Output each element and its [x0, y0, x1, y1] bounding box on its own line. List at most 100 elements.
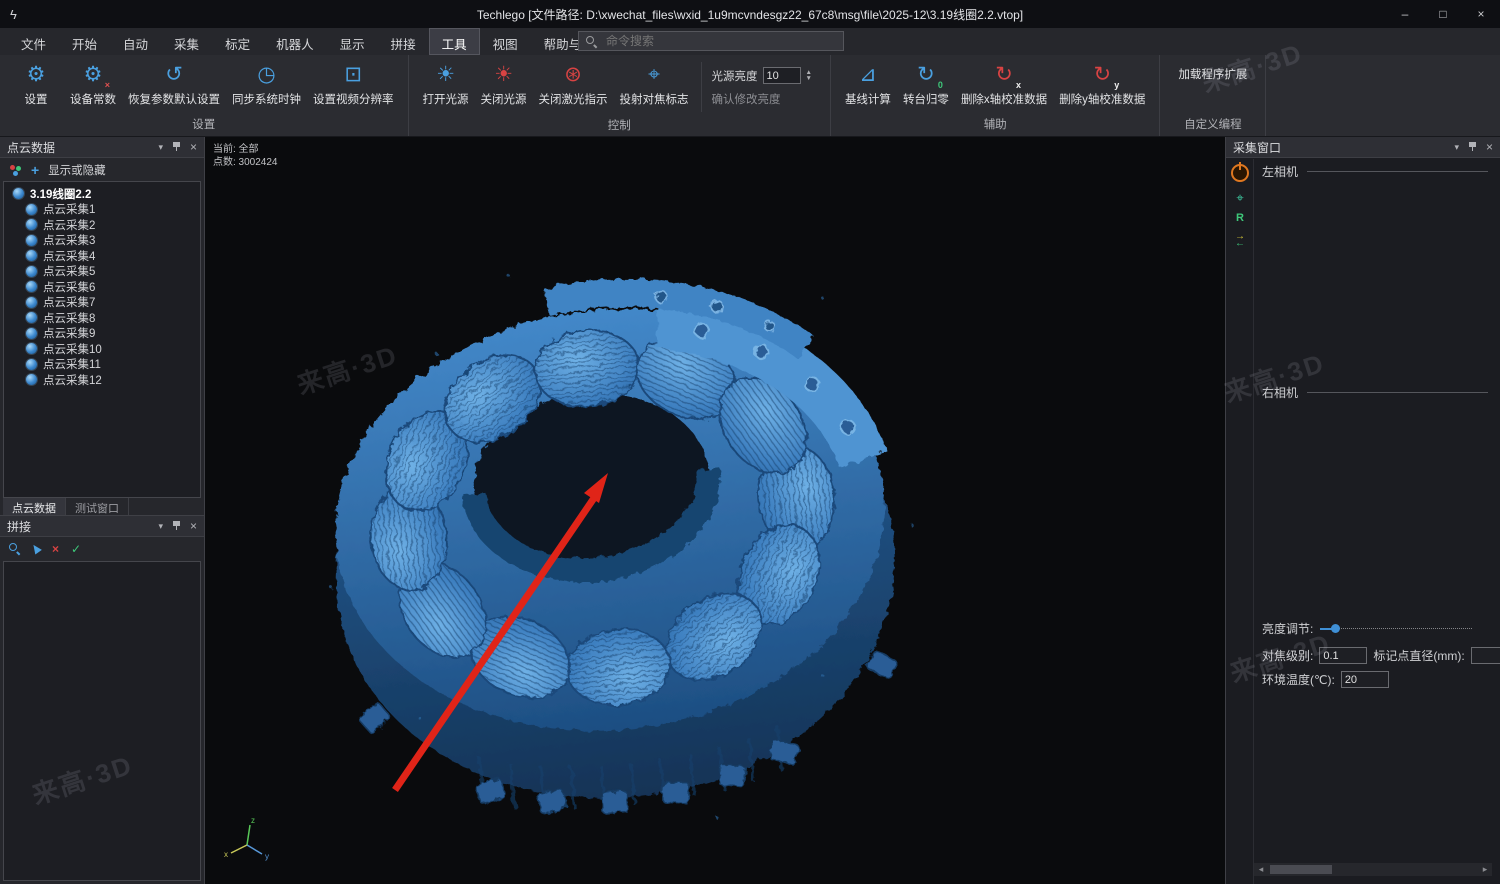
capture-panel-title: 采集窗口 — [1233, 139, 1281, 156]
command-search[interactable] — [578, 31, 844, 51]
tab-start[interactable]: 开始 — [59, 28, 110, 55]
tree-item[interactable]: 点云采集7 — [4, 295, 200, 311]
pointcloud-icon — [26, 312, 37, 323]
reset-view-icon[interactable]: R — [1236, 213, 1244, 224]
ribbon-group-settings: ⚙ 设置 ⚙× 设备常数 ↺ 恢复参数默认设置 ◷ 同步系统时钟 ⊡ 设置视频分… — [0, 55, 409, 136]
tab-robot[interactable]: 机器人 — [263, 28, 327, 55]
reject-icon[interactable]: × — [52, 542, 59, 556]
stitch-panel-title: 拼接 — [7, 518, 31, 535]
cursor-icon[interactable] — [30, 543, 42, 555]
close-icon[interactable]: × — [1486, 142, 1493, 152]
delete-y-icon: ↻y — [1089, 62, 1115, 88]
close-button[interactable]: × — [1462, 0, 1500, 28]
chevron-down-icon[interactable]: ▾ — [158, 142, 163, 153]
spinner-arrows-icon[interactable]: ▲▼ — [806, 70, 812, 82]
tree-item[interactable]: 点云采集5 — [4, 264, 200, 280]
point-count-label: 点数: 3002424 — [213, 156, 278, 169]
pin-icon[interactable] — [172, 142, 181, 152]
tree-item[interactable]: 点云采集10 — [4, 341, 200, 357]
tree-item[interactable]: 点云采集12 — [4, 372, 200, 388]
pointcloud-root-icon — [13, 188, 24, 199]
capture-tool-strip: ⌖ R →← — [1229, 164, 1251, 247]
tree-item[interactable]: 点云采集4 — [4, 248, 200, 264]
chevron-down-icon[interactable]: ▾ — [1454, 142, 1459, 153]
svg-text:x: x — [224, 850, 228, 859]
scrollbar-thumb[interactable] — [1270, 865, 1332, 874]
tab-file[interactable]: 文件 — [8, 28, 59, 55]
chevron-down-icon[interactable]: ▾ — [158, 521, 163, 532]
tree-item[interactable]: 点云采集3 — [4, 233, 200, 249]
power-icon[interactable] — [1231, 164, 1249, 182]
tree-item[interactable]: 点云采集6 — [4, 279, 200, 295]
restore-default-params-button[interactable]: ↺ 恢复参数默认设置 — [122, 58, 226, 111]
project-focus-mark-button[interactable]: ⌖ 投射对焦标志 — [614, 58, 695, 111]
confirm-brightness-button[interactable]: 确认修改亮度 — [712, 91, 812, 107]
marker-diameter-input[interactable] — [1471, 647, 1500, 664]
load-program-extension-button[interactable]: 加载程序扩展 — [1168, 58, 1257, 82]
tree-item[interactable]: 点云采集2 — [4, 217, 200, 233]
tree-item-label: 点云采集7 — [43, 294, 95, 310]
tab-test-window[interactable]: 测试窗口 — [66, 498, 129, 515]
svg-text:y: y — [265, 852, 269, 861]
expand-all-icon[interactable]: + — [31, 164, 39, 176]
tree-root-item[interactable]: 3.19线圈2.2 — [4, 186, 200, 202]
sync-system-clock-button[interactable]: ◷ 同步系统时钟 — [226, 58, 307, 111]
tab-stitch[interactable]: 拼接 — [378, 28, 429, 55]
brightness-slider[interactable] — [1320, 623, 1472, 634]
temperature-label: 环境温度(℃): — [1262, 671, 1335, 688]
pointcloud-icon — [26, 281, 37, 292]
temperature-input[interactable] — [1341, 671, 1389, 688]
cluster-icon[interactable] — [9, 164, 22, 176]
close-laser-indicator-button[interactable]: ⊛ 关闭激光指示 — [533, 58, 614, 111]
tree-item[interactable]: 点云采集1 — [4, 202, 200, 218]
temperature-control: 环境温度(℃): — [1262, 671, 1389, 688]
tab-auto[interactable]: 自动 — [110, 28, 161, 55]
baseline-calc-button[interactable]: ⊿ 基线计算 — [839, 58, 897, 111]
maximize-button[interactable]: □ — [1424, 0, 1462, 28]
tree-item[interactable]: 点云采集11 — [4, 357, 200, 373]
close-icon[interactable]: × — [190, 142, 197, 152]
settings-button[interactable]: ⚙ 设置 — [8, 58, 64, 111]
tab-calibration[interactable]: 标定 — [212, 28, 263, 55]
tab-display[interactable]: 显示 — [327, 28, 378, 55]
tree-item-label: 点云采集4 — [43, 248, 95, 264]
button-label: 设置视频分辨率 — [313, 91, 394, 107]
swap-cameras-icon[interactable]: →← — [1235, 233, 1245, 247]
turntable-zero-button[interactable]: ↻0 转台归零 — [897, 58, 955, 111]
tab-view[interactable]: 视图 — [480, 28, 531, 55]
scroll-right-icon[interactable]: ▸ — [1480, 864, 1490, 875]
focus-marker-controls: 对焦级别: 标记点直径(mm): – — [1262, 647, 1500, 664]
close-light-button[interactable]: ☀ 关闭光源 — [475, 58, 533, 111]
pointcloud-panel-tabs: 点云数据 测试窗口 — [0, 498, 204, 515]
scrollbar-track[interactable] — [1266, 865, 1480, 874]
tree-item[interactable]: 点云采集9 — [4, 326, 200, 342]
slider-thumb[interactable] — [1331, 624, 1340, 633]
tree-item[interactable]: 点云采集8 — [4, 310, 200, 326]
focus-level-input[interactable] — [1319, 647, 1367, 664]
3d-viewport[interactable]: 当前: 全部 点数: 3002424 — [205, 137, 1225, 884]
search-input[interactable] — [604, 33, 836, 49]
set-video-resolution-button[interactable]: ⊡ 设置视频分辨率 — [307, 58, 400, 111]
light-on-icon: ☀ — [433, 62, 459, 88]
tab-pointcloud-data[interactable]: 点云数据 — [3, 498, 66, 515]
pin-icon[interactable] — [172, 521, 181, 531]
light-brightness-input[interactable] — [763, 67, 801, 84]
titlebar: ϟ Techlego [文件路径: D:\xwechat_files\wxid_… — [0, 0, 1500, 28]
clock-icon: ◷ — [254, 62, 280, 88]
close-icon[interactable]: × — [190, 521, 197, 531]
delete-x-calibration-button[interactable]: ↻x 删除x轴校准数据 — [955, 58, 1053, 111]
zoom-icon[interactable] — [9, 543, 20, 554]
pin-icon[interactable] — [1468, 142, 1477, 152]
tab-capture[interactable]: 采集 — [161, 28, 212, 55]
open-light-button[interactable]: ☀ 打开光源 — [417, 58, 475, 111]
scroll-left-icon[interactable]: ◂ — [1256, 864, 1266, 875]
device-constants-button[interactable]: ⚙× 设备常数 — [64, 58, 122, 111]
point-cloud-model: z x y — [205, 137, 1225, 884]
tab-tools[interactable]: 工具 — [429, 28, 480, 55]
horizontal-scrollbar[interactable]: ◂ ▸ — [1254, 863, 1492, 876]
accept-icon[interactable]: ✓ — [71, 542, 81, 556]
minimize-button[interactable]: – — [1386, 0, 1424, 28]
delete-y-calibration-button[interactable]: ↻y 删除y轴校准数据 — [1053, 58, 1151, 111]
left-camera-label: 左相机 — [1262, 163, 1298, 180]
live-view-icon[interactable]: ⌖ — [1236, 191, 1243, 204]
